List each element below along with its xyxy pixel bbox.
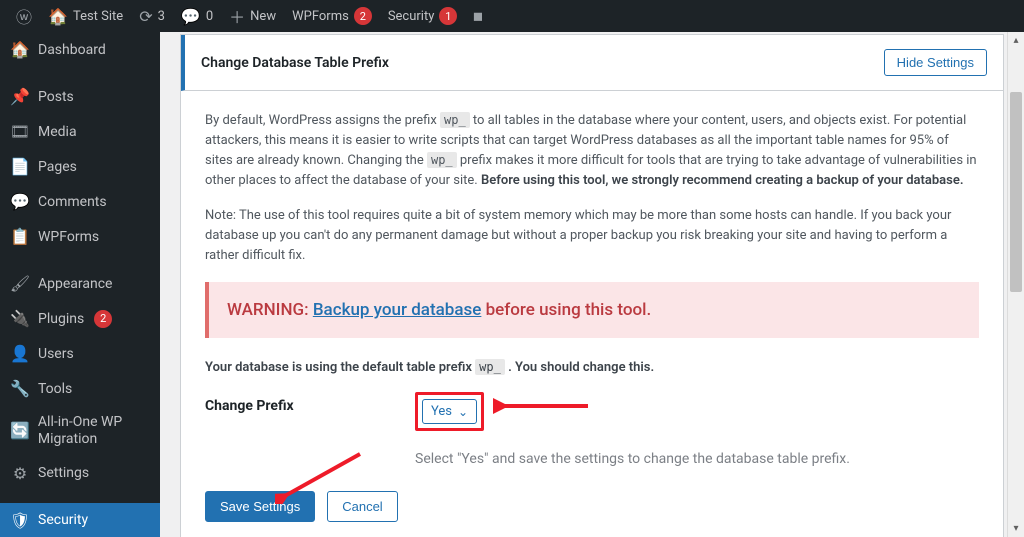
diamond-icon: ◆ (469, 6, 490, 27)
backup-database-link[interactable]: Backup your database (313, 300, 482, 320)
users-icon: 👤 (10, 344, 30, 363)
plugins-icon: 🔌 (10, 309, 30, 328)
media-icon: 🎞 (10, 122, 30, 141)
action-row: Save Settings Cancel (205, 491, 979, 522)
home-icon: 🏠 (48, 7, 68, 26)
sidebar-item-label: Appearance (38, 276, 112, 292)
sidebar-item-label: Media (38, 124, 77, 140)
sidebar-item-security[interactable]: 🛡 Security (0, 503, 160, 537)
sidebar-item-pages[interactable]: 📄 Pages (0, 149, 160, 184)
comments-link[interactable]: 💬0 (173, 0, 221, 32)
chevron-down-icon: ⌄ (458, 405, 468, 419)
text: Your database is using the default table… (205, 360, 475, 375)
wpforms-badge: 2 (354, 7, 372, 25)
security-badge: 1 (439, 7, 457, 25)
panel-body: By default, WordPress assigns the prefix… (181, 91, 1003, 537)
warning-label: WARNING: (227, 300, 313, 320)
scrollbar-thumb[interactable] (1010, 92, 1022, 292)
sidebar-item-media[interactable]: 🎞 Media (0, 114, 160, 149)
settings-icon: ⚙ (10, 464, 30, 483)
tools-icon: 🔧 (10, 379, 30, 398)
comments-icon: 💬 (10, 192, 30, 211)
sidebar-item-posts[interactable]: 📌 Posts (0, 79, 160, 114)
wpforms-link[interactable]: WPForms 2 (284, 0, 380, 32)
dashboard-icon: 🏠 (10, 40, 30, 59)
security-link[interactable]: Security 1 (380, 0, 466, 32)
pages-icon: 📄 (10, 157, 30, 176)
sidebar-item-label: Pages (38, 159, 77, 175)
sidebar-item-label: Settings (38, 465, 89, 481)
code-prefix: wp_ (475, 359, 505, 375)
text: . You should change this. (505, 360, 654, 375)
site-title: Test Site (73, 9, 123, 24)
panel-header: Change Database Table Prefix Hide Settin… (181, 35, 1003, 91)
vertical-scrollbar[interactable]: ▴ ▾ (1007, 32, 1024, 537)
annotation-highlight: Yes ⌄ (415, 392, 484, 431)
sidebar-item-settings[interactable]: ⚙ Settings (0, 456, 160, 491)
wp-logo-menu[interactable]: ⓦ (8, 0, 40, 32)
description-paragraph-1: By default, WordPress assigns the prefix… (205, 111, 979, 192)
update-icon: ⟳ (139, 7, 152, 26)
sidebar-item-appearance[interactable]: 🖌 Appearance (0, 266, 160, 301)
warning-box: WARNING: Backup your database before usi… (205, 282, 979, 338)
sidebar-item-label: WPForms (38, 229, 99, 245)
wpforms-label: WPForms (292, 9, 349, 24)
scroll-down-icon[interactable]: ▾ (1008, 520, 1024, 537)
code-prefix: wp_ (440, 112, 470, 128)
change-prefix-label: Change Prefix (205, 392, 415, 414)
sidebar-item-label: Users (38, 346, 74, 362)
select-value: Yes (431, 404, 452, 419)
sidebar-item-comments[interactable]: 💬 Comments (0, 184, 160, 219)
sidebar-item-users[interactable]: 👤 Users (0, 336, 160, 371)
comments-count: 0 (206, 9, 213, 24)
migration-icon: 🔄 (10, 421, 30, 440)
change-prefix-row: Change Prefix Yes ⌄ Select "Yes" (205, 392, 979, 467)
sidebar-item-label: Security (38, 512, 88, 528)
updates-link[interactable]: ⟳3 (131, 0, 173, 32)
panel-title: Change Database Table Prefix (201, 55, 389, 71)
helper-text: Select "Yes" and save the settings to ch… (415, 451, 979, 467)
sidebar-item-label: Plugins (38, 311, 84, 327)
security-label: Security (388, 9, 435, 24)
wordpress-icon: ⓦ (16, 4, 32, 28)
sidebar-item-tools[interactable]: 🔧 Tools (0, 371, 160, 406)
sidebar-item-dashboard[interactable]: 🏠 Dashboard (0, 32, 160, 67)
code-prefix: wp_ (427, 152, 457, 168)
updates-count: 3 (158, 9, 165, 24)
hide-settings-button[interactable]: Hide Settings (884, 49, 987, 76)
posts-icon: 📌 (10, 87, 30, 106)
sidebar-item-label: Tools (38, 381, 72, 397)
new-content-link[interactable]: ＋ New (221, 0, 284, 32)
site-name-link[interactable]: 🏠 Test Site (40, 0, 131, 32)
wpforms-icon: 📋 (10, 227, 30, 246)
change-prefix-select[interactable]: Yes ⌄ (422, 399, 477, 424)
sidebar-item-label: Dashboard (38, 42, 106, 58)
warning-suffix: before using this tool. (481, 300, 651, 320)
sidebar-item-wpforms[interactable]: 📋 WPForms (0, 219, 160, 254)
text-bold: Before using this tool, we strongly reco… (481, 173, 964, 188)
cancel-button[interactable]: Cancel (327, 491, 397, 522)
sidebar-item-label: Comments (38, 194, 107, 210)
admin-bar: ⓦ 🏠Test Site ⟳3 💬0 ＋New WPForms2 Securit… (0, 0, 1024, 32)
sidebar-item-label: All-in-One WP Migration (38, 414, 150, 448)
plus-icon: ＋ (229, 4, 245, 28)
sidebar-item-plugins[interactable]: 🔌 Plugins 2 (0, 301, 160, 336)
description-paragraph-2: Note: The use of this tool requires quit… (205, 206, 979, 266)
new-label: New (250, 9, 276, 24)
current-prefix-status: Your database is using the default table… (205, 358, 979, 378)
appearance-icon: 🖌 (10, 274, 30, 293)
save-settings-button[interactable]: Save Settings (205, 491, 315, 522)
sidebar-item-migration[interactable]: 🔄 All-in-One WP Migration (0, 406, 160, 456)
sidebar-item-label: Posts (38, 89, 74, 105)
admin-sidebar: 🏠 Dashboard 📌 Posts 🎞 Media 📄 Pages 💬 Comment… (0, 32, 160, 537)
text: By default, WordPress assigns the prefix (205, 113, 440, 128)
content-area: Change Database Table Prefix Hide Settin… (160, 32, 1024, 537)
comment-icon: 💬 (181, 7, 201, 26)
change-prefix-panel: Change Database Table Prefix Hide Settin… (180, 34, 1004, 537)
scroll-up-icon[interactable]: ▴ (1008, 32, 1024, 49)
plugins-badge: 2 (94, 310, 112, 328)
diamond-menu[interactable]: ◆ (465, 0, 493, 32)
annotation-arrow-icon (493, 394, 593, 418)
shield-icon: 🛡 (10, 511, 30, 530)
